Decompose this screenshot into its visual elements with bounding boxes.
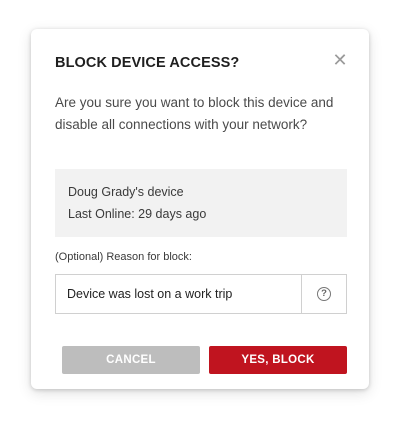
page: BLOCK DEVICE ACCESS? ✕ Are you sure you …	[0, 0, 410, 430]
device-name: Doug Grady's device	[68, 185, 184, 199]
close-icon[interactable]: ✕	[331, 51, 349, 69]
help-button[interactable]: ?	[301, 275, 346, 313]
reason-input[interactable]	[56, 275, 302, 313]
dialog-message: Are you sure you want to block this devi…	[55, 95, 334, 132]
reason-field: ?	[55, 274, 347, 314]
block-device-dialog: BLOCK DEVICE ACCESS? ✕ Are you sure you …	[31, 29, 369, 389]
confirm-block-button[interactable]: YES, BLOCK	[209, 346, 347, 374]
help-circle-icon: ?	[317, 287, 331, 301]
device-last-online: Last Online: 29 days ago	[68, 207, 207, 221]
dialog-title: BLOCK DEVICE ACCESS?	[55, 55, 240, 71]
device-info-panel: Doug Grady's device Last Online: 29 days…	[55, 169, 347, 237]
cancel-button[interactable]: CANCEL	[62, 346, 200, 374]
reason-label: (Optional) Reason for block:	[55, 251, 192, 263]
